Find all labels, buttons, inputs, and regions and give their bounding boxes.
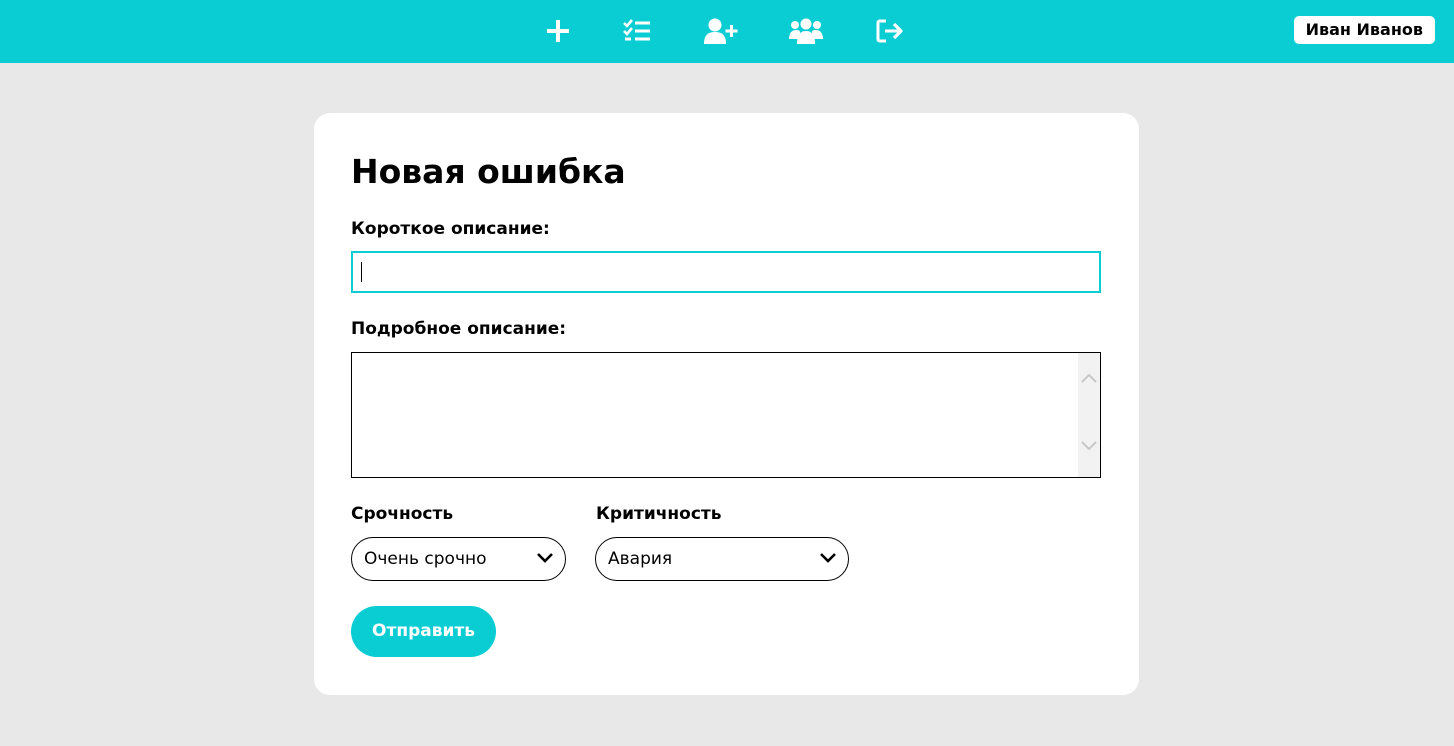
criticality-label: Критичность [596,504,722,524]
urgency-label: Срочность [351,504,454,524]
page-title: Новая ошибка [351,152,626,191]
criticality-select[interactable]: Авария [595,537,849,581]
checklist-icon[interactable] [620,14,654,48]
criticality-selected-value: Авария [608,549,673,569]
short-description-input[interactable] [351,251,1101,293]
top-nav-bar: Иван Иванов [0,0,1454,63]
new-bug-form-card: Новая ошибка Короткое описание: Подробно… [314,113,1139,695]
detailed-description-textarea[interactable] [352,353,1079,477]
chevron-down-icon [820,553,836,563]
scroll-up-icon[interactable] [1081,373,1097,383]
scroll-down-icon[interactable] [1081,441,1097,451]
sign-out-icon[interactable] [874,14,908,48]
urgency-select[interactable]: Очень срочно [351,537,566,581]
plus-icon[interactable] [541,14,575,48]
text-caret [361,262,362,282]
user-plus-icon[interactable] [704,14,738,48]
short-description-label: Короткое описание: [351,219,550,239]
detailed-description-field [351,352,1101,478]
textarea-scrollbar[interactable] [1078,353,1100,477]
urgency-selected-value: Очень срочно [364,549,487,569]
user-name-badge[interactable]: Иван Иванов [1293,16,1435,44]
detailed-description-label: Подробное описание: [351,319,567,339]
submit-button[interactable]: Отправить [351,606,496,657]
chevron-down-icon [537,553,553,563]
users-icon[interactable] [789,14,823,48]
